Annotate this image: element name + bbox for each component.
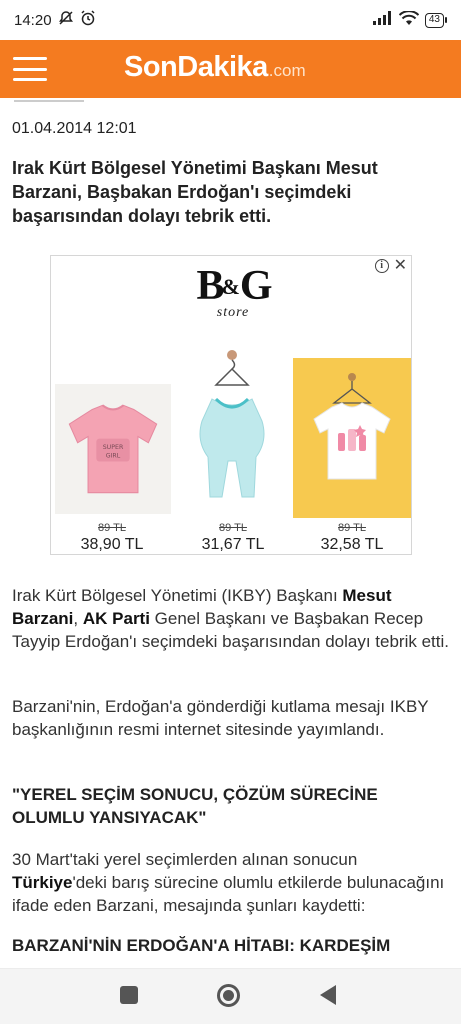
product-2-new-price: 31,67 TL xyxy=(201,536,265,553)
status-bar: 14:20 43 xyxy=(0,0,461,40)
status-left: 14:20 xyxy=(14,10,96,30)
product-1-new-price: 38,90 TL xyxy=(80,536,144,553)
system-navigation-bar xyxy=(0,968,461,1024)
status-right: 43 xyxy=(372,9,447,30)
product-2-image xyxy=(175,340,289,518)
ad-product-3[interactable]: 89 TL 32,58 TL xyxy=(293,340,411,554)
ad-product-1[interactable]: SUPER GIRL 89 TL 38,90 TL xyxy=(51,340,173,554)
product-3-image xyxy=(293,358,411,518)
battery-level: 43 xyxy=(424,12,444,28)
logo-domain: .com xyxy=(268,61,306,80)
ad-brand-name: B&G xyxy=(196,263,272,309)
article-content: 01.04.2014 12:01 Irak Kürt Bölgesel Yöne… xyxy=(0,98,461,968)
ad-product-2[interactable]: 89 TL 31,67 TL xyxy=(173,340,293,554)
article-summary: Irak Kürt Bölgesel Yönetimi Başkanı Mesu… xyxy=(12,158,378,226)
svg-text:SUPER: SUPER xyxy=(103,444,124,451)
ad-close-icon[interactable]: ✕ xyxy=(394,258,407,274)
article-subheading: BARZANİ'NİN ERDOĞAN'A HİTABI: KARDEŞİM xyxy=(12,936,391,955)
article-paragraph-2: Barzani'nin, Erdoğan'a gönderdiği kutlam… xyxy=(12,697,429,739)
status-time: 14:20 xyxy=(14,11,52,29)
alarm-icon xyxy=(80,10,96,30)
ad-controls: i ✕ xyxy=(374,258,407,274)
ad-info-icon[interactable]: i xyxy=(374,259,389,273)
battery-icon: 43 xyxy=(424,12,447,28)
hamburger-menu-button[interactable] xyxy=(12,54,48,84)
product-3-old-price: 89 TL xyxy=(338,522,366,534)
ad-product-list: SUPER GIRL 89 TL 38,90 TL 89 TL 31,67 TL… xyxy=(51,340,411,554)
wifi-icon xyxy=(398,9,420,30)
article-date: 01.04.2014 12:01 xyxy=(12,120,137,137)
advertisement[interactable]: i ✕ B&G store SUPER GIRL 89 TL 38,90 TL … xyxy=(50,255,412,555)
product-2-old-price: 89 TL xyxy=(219,522,247,534)
signal-icon xyxy=(372,11,393,29)
home-button[interactable] xyxy=(217,984,240,1007)
link-ak-parti[interactable]: AK Parti xyxy=(83,609,150,628)
article-paragraph-1: Irak Kürt Bölgesel Yönetimi (IKBY) Başka… xyxy=(12,586,449,651)
ad-brand-logo: B&G store xyxy=(191,264,275,321)
site-header: SonDakika .com xyxy=(0,40,461,98)
site-logo[interactable]: SonDakika .com xyxy=(124,51,306,84)
back-button[interactable] xyxy=(320,985,336,1005)
article-paragraph-3: 30 Mart'taki yerel seçimlerden alınan so… xyxy=(12,850,445,915)
product-1-old-price: 89 TL xyxy=(98,522,126,534)
link-turkiye[interactable]: Türkiye xyxy=(12,873,72,892)
recent-apps-button[interactable] xyxy=(120,986,138,1004)
svg-text:GIRL: GIRL xyxy=(106,452,121,459)
product-1-image: SUPER GIRL xyxy=(55,384,171,514)
logo-text: SonDakika xyxy=(124,51,268,83)
article-quote-heading: "YEREL SEÇİM SONUCU, ÇÖZÜM SÜRECİNE OLUM… xyxy=(12,785,378,827)
cut-off-text xyxy=(14,98,84,102)
product-3-new-price: 32,58 TL xyxy=(320,536,384,553)
mute-icon xyxy=(58,10,74,30)
